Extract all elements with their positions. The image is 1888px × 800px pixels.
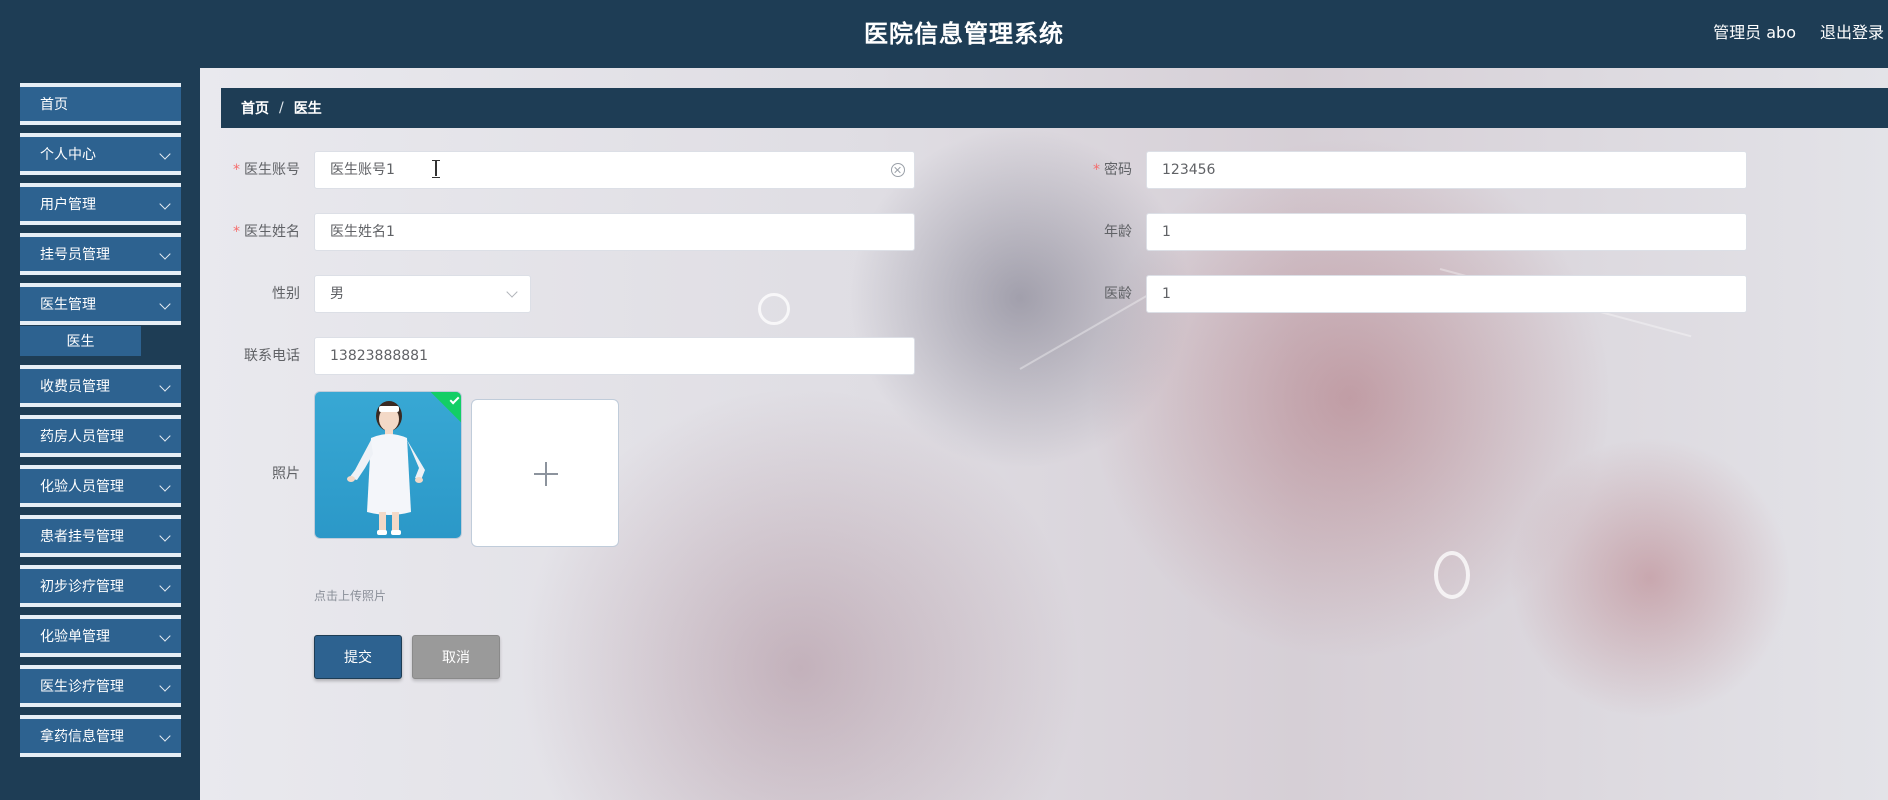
- required-marker: *: [233, 162, 240, 178]
- sidebar-item-label: 首页: [40, 97, 68, 113]
- phone-input[interactable]: 13823888881: [314, 337, 915, 375]
- required-marker: *: [1093, 162, 1100, 178]
- background-decoration: [1434, 551, 1470, 599]
- sidebar-item-doctor-management[interactable]: 医生管理: [20, 283, 181, 325]
- chevron-down-icon: [159, 630, 171, 642]
- sidebar-item-label: 患者挂号管理: [40, 529, 124, 545]
- label-text: 密码: [1104, 162, 1132, 178]
- text-cursor-icon: [431, 160, 441, 178]
- user-label: 管理员 abo: [1713, 23, 1796, 42]
- age-input[interactable]: 1: [1146, 213, 1747, 251]
- chevron-down-icon: [159, 580, 171, 592]
- submit-button[interactable]: 提交: [314, 635, 402, 679]
- plus-icon: [545, 462, 547, 486]
- seniority-input[interactable]: 1: [1146, 275, 1747, 313]
- background-decoration: [758, 293, 790, 325]
- password-input[interactable]: 123456: [1146, 151, 1747, 189]
- sidebar: 首页 个人中心 用户管理 挂号员管理 医生管理 医生 收费员管理 药房人员管理 …: [0, 68, 200, 800]
- sidebar-item-lab-order-management[interactable]: 化验单管理: [20, 615, 181, 657]
- top-header: 医院信息管理系统 管理员 abo 退出登录: [0, 0, 1888, 68]
- chevron-down-icon: [159, 380, 171, 392]
- age-label: 年龄: [1032, 213, 1132, 251]
- select-value: 男: [330, 286, 344, 302]
- sidebar-item-patient-registration-management[interactable]: 患者挂号管理: [20, 515, 181, 557]
- user-area: 管理员 abo 退出登录: [1713, 19, 1884, 43]
- label-text: 医生姓名: [244, 224, 300, 240]
- breadcrumb-separator: /: [279, 100, 284, 116]
- main-content: 首页 / 医生 * 医生账号 医生账号1 * 密码 123456 * 医生姓名 医生姓…: [200, 68, 1888, 800]
- input-value: 医生姓名1: [330, 224, 395, 240]
- chevron-down-icon: [159, 480, 171, 492]
- chevron-down-icon: [159, 680, 171, 692]
- chevron-down-icon: [159, 148, 171, 160]
- uploaded-photo-thumbnail[interactable]: [314, 391, 462, 539]
- cancel-button[interactable]: 取消: [412, 635, 500, 679]
- chevron-down-icon: [159, 198, 171, 210]
- sidebar-item-registrar-management[interactable]: 挂号员管理: [20, 233, 181, 275]
- chevron-down-icon: [506, 286, 518, 298]
- doctor-account-input[interactable]: 医生账号1: [314, 151, 915, 189]
- gender-label: 性别: [200, 275, 300, 313]
- doctor-name-input[interactable]: 医生姓名1: [314, 213, 915, 251]
- label-text: 医生账号: [244, 162, 300, 178]
- sidebar-item-label: 化验人员管理: [40, 479, 124, 495]
- sidebar-subitem-doctor[interactable]: 医生: [20, 326, 141, 356]
- sidebar-item-label: 药房人员管理: [40, 429, 124, 445]
- chevron-down-icon: [159, 530, 171, 542]
- logout-link[interactable]: 退出登录: [1820, 19, 1884, 43]
- sidebar-item-label: 收费员管理: [40, 379, 110, 395]
- sidebar-item-label: 用户管理: [40, 197, 96, 213]
- breadcrumb-home[interactable]: 首页: [241, 98, 269, 118]
- chevron-down-icon: [159, 730, 171, 742]
- sidebar-item-pharmacy-staff-management[interactable]: 药房人员管理: [20, 415, 181, 457]
- password-label: * 密码: [1032, 151, 1132, 189]
- sidebar-item-doctor-treatment-management[interactable]: 医生诊疗管理: [20, 665, 181, 707]
- input-value: 1: [1162, 224, 1171, 240]
- sidebar-item-label: 医生诊疗管理: [40, 679, 124, 695]
- input-value: 123456: [1162, 162, 1216, 178]
- sidebar-item-user-management[interactable]: 用户管理: [20, 183, 181, 225]
- sidebar-item-lab-staff-management[interactable]: 化验人员管理: [20, 465, 181, 507]
- sidebar-subitem-label: 医生: [66, 334, 95, 350]
- sidebar-item-home[interactable]: 首页: [20, 83, 181, 125]
- label-text: 医龄: [1104, 286, 1132, 302]
- nurse-photo: [347, 401, 425, 535]
- sidebar-item-cashier-management[interactable]: 收费员管理: [20, 365, 181, 407]
- sidebar-item-label: 初步诊疗管理: [40, 579, 124, 595]
- label-text: 照片: [272, 466, 300, 482]
- sidebar-item-medicine-pickup-management[interactable]: 拿药信息管理: [20, 715, 181, 757]
- upload-hint: 点击上传照片: [314, 589, 387, 603]
- sidebar-item-label: 个人中心: [40, 147, 96, 163]
- input-value: 医生账号1: [330, 162, 395, 178]
- photo-label: 照片: [200, 455, 300, 493]
- required-marker: *: [233, 224, 240, 240]
- label-text: 性别: [272, 286, 300, 302]
- chevron-down-icon: [159, 430, 171, 442]
- sidebar-item-personal-center[interactable]: 个人中心: [20, 133, 181, 175]
- sidebar-item-label: 拿药信息管理: [40, 729, 124, 745]
- sidebar-item-label: 挂号员管理: [40, 247, 110, 263]
- button-label: 提交: [344, 650, 372, 666]
- chevron-down-icon: [159, 248, 171, 260]
- sidebar-item-initial-diagnosis-management[interactable]: 初步诊疗管理: [20, 565, 181, 607]
- upload-photo-button[interactable]: [471, 399, 619, 547]
- sidebar-item-label: 化验单管理: [40, 629, 110, 645]
- breadcrumb: 首页 / 医生: [221, 88, 1888, 128]
- input-value: 1: [1162, 286, 1171, 302]
- doctor-name-label: * 医生姓名: [200, 213, 300, 251]
- label-text: 联系电话: [244, 348, 300, 364]
- sidebar-item-label: 医生管理: [40, 297, 96, 313]
- chevron-down-icon: [159, 298, 171, 310]
- doctor-account-label: * 医生账号: [200, 151, 300, 189]
- input-value: 13823888881: [330, 348, 428, 364]
- breadcrumb-current: 医生: [293, 101, 322, 117]
- label-text: 年龄: [1104, 224, 1132, 240]
- app-title: 医院信息管理系统: [864, 20, 1064, 48]
- phone-label: 联系电话: [200, 337, 300, 375]
- button-label: 取消: [442, 650, 470, 666]
- seniority-label: 医龄: [1032, 275, 1132, 313]
- gender-select[interactable]: 男: [314, 275, 531, 313]
- clear-icon[interactable]: [891, 163, 905, 177]
